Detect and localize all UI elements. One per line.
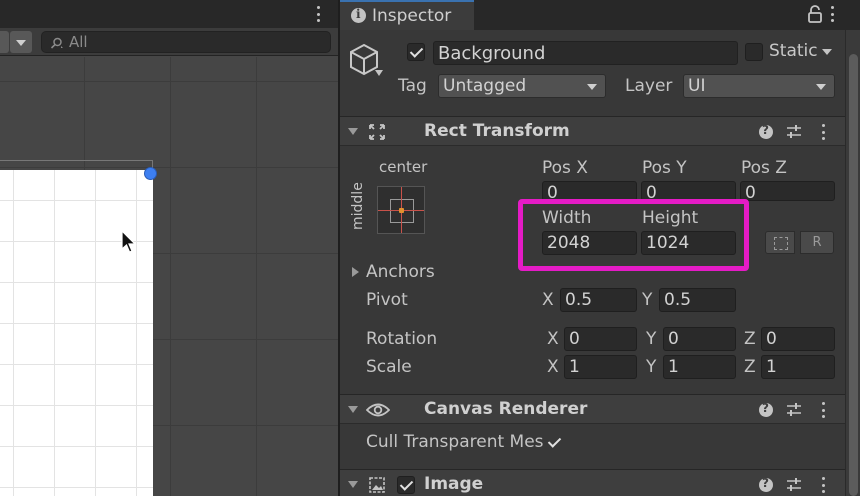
rect-transform-icon	[369, 124, 385, 140]
component-more-icon[interactable]	[816, 475, 830, 495]
pivot-label: Pivot	[366, 290, 408, 310]
foldout-chevron-down-icon[interactable]	[348, 406, 358, 413]
object-name-field[interactable]	[433, 41, 738, 65]
scene-more-icon[interactable]	[311, 4, 325, 24]
static-dropdown-chevron-down-icon[interactable]	[822, 49, 832, 55]
help-icon[interactable]	[759, 476, 773, 492]
inspector-more-icon[interactable]	[825, 4, 839, 24]
presets-icon[interactable]	[786, 477, 802, 493]
inspector-tab-bar: Inspector	[340, 0, 860, 30]
canvas-rect[interactable]	[0, 170, 153, 496]
pivot-y-field[interactable]: 0.5	[659, 288, 736, 312]
eye-icon	[366, 403, 390, 417]
scene-toolbar	[0, 0, 338, 56]
pos-y-field[interactable]: 0	[641, 181, 736, 201]
scene-toolbar-button[interactable]	[0, 31, 9, 53]
anchor-presets-button[interactable]	[377, 186, 425, 234]
scene-search-input[interactable]	[69, 33, 319, 51]
inspector-tab-label: Inspector	[372, 6, 452, 26]
cull-transparent-mesh-label: Cull Transparent Mes	[366, 432, 544, 452]
rotation-x-field[interactable]: 0	[564, 327, 637, 351]
pivot-x-label[interactable]: X	[542, 290, 554, 310]
pos-z-field[interactable]: 0	[740, 181, 835, 201]
image-enabled-checkbox[interactable]	[397, 476, 415, 494]
scale-z-label[interactable]: Z	[744, 357, 756, 377]
tag-dropdown[interactable]: Untagged	[438, 74, 606, 98]
rect-handle[interactable]	[144, 167, 157, 180]
raw-edit-mode-button[interactable]: R	[800, 231, 834, 254]
anchor-vertical-label: middle	[350, 182, 366, 230]
canvas-renderer-header[interactable]: Canvas Renderer	[340, 394, 845, 424]
scene-search-box[interactable]	[41, 31, 331, 53]
help-icon[interactable]	[759, 401, 773, 417]
help-icon[interactable]	[759, 123, 773, 139]
image-component-header[interactable]: Image	[340, 469, 845, 496]
scale-z-field[interactable]: 1	[761, 355, 835, 379]
cull-transparent-mesh-checkbox[interactable]	[545, 433, 563, 451]
pos-y-label: Pos Y	[642, 158, 687, 178]
pivot-y-label[interactable]: Y	[642, 290, 652, 310]
pos-x-label: Pos X	[542, 158, 588, 178]
inspector-scrollbar[interactable]	[845, 30, 860, 496]
rotation-y-label[interactable]: Y	[646, 329, 656, 349]
scale-y-label[interactable]: Y	[646, 357, 656, 377]
inspector-scrollbar-thumb[interactable]	[849, 54, 858, 496]
scale-x-field[interactable]: 1	[564, 355, 637, 379]
info-icon	[351, 7, 366, 23]
tab-inspector[interactable]: Inspector	[340, 0, 474, 30]
search-icon	[50, 37, 63, 49]
rotation-y-field[interactable]: 0	[663, 327, 736, 351]
lock-icon[interactable]	[807, 5, 823, 23]
icon-picker-chevron-down-icon[interactable]	[375, 70, 383, 76]
blueprint-mode-button[interactable]	[765, 231, 795, 254]
rotation-x-label[interactable]: X	[547, 329, 559, 349]
highlight-annotation-box	[518, 199, 749, 271]
scene-view[interactable]	[0, 0, 338, 496]
scale-label: Scale	[366, 357, 412, 377]
foldout-chevron-down-icon[interactable]	[348, 481, 358, 488]
canvas-renderer-title: Canvas Renderer	[424, 399, 588, 419]
rotation-z-field[interactable]: 0	[761, 327, 835, 351]
anchors-chevron-right-icon[interactable]	[352, 267, 359, 277]
layer-dropdown[interactable]: UI	[683, 74, 835, 98]
component-more-icon[interactable]	[816, 400, 830, 420]
scene-filter-dropdown[interactable]	[10, 31, 32, 53]
presets-icon[interactable]	[786, 124, 802, 140]
scale-y-field[interactable]: 1	[663, 355, 736, 379]
image-title: Image	[424, 474, 484, 494]
component-more-icon[interactable]	[816, 122, 830, 142]
anchors-foldout-label[interactable]: Anchors	[366, 262, 435, 282]
anchor-horizontal-label: center	[379, 158, 428, 176]
static-checkbox[interactable]	[745, 43, 763, 61]
presets-icon[interactable]	[786, 402, 802, 418]
rotation-z-label[interactable]: Z	[744, 329, 756, 349]
layer-label: Layer	[625, 76, 673, 96]
pivot-x-field[interactable]: 0.5	[560, 288, 637, 312]
pos-z-label: Pos Z	[741, 158, 787, 178]
static-label: Static	[769, 41, 818, 61]
active-checkbox[interactable]	[407, 43, 425, 61]
rotation-label: Rotation	[366, 329, 438, 349]
tag-label: Tag	[398, 76, 427, 96]
pos-x-field[interactable]: 0	[542, 181, 637, 201]
mouse-cursor-icon	[121, 230, 137, 253]
inspector-panel: Inspector Static Tag Untagged Layer UI R…	[340, 0, 860, 496]
image-icon	[369, 477, 385, 493]
rect-transform-title: Rect Transform	[424, 121, 570, 141]
scale-x-label[interactable]: X	[547, 357, 559, 377]
rect-transform-header[interactable]: Rect Transform	[340, 116, 845, 146]
scene-tab-strip	[0, 0, 338, 28]
foldout-chevron-down-icon[interactable]	[348, 128, 358, 135]
